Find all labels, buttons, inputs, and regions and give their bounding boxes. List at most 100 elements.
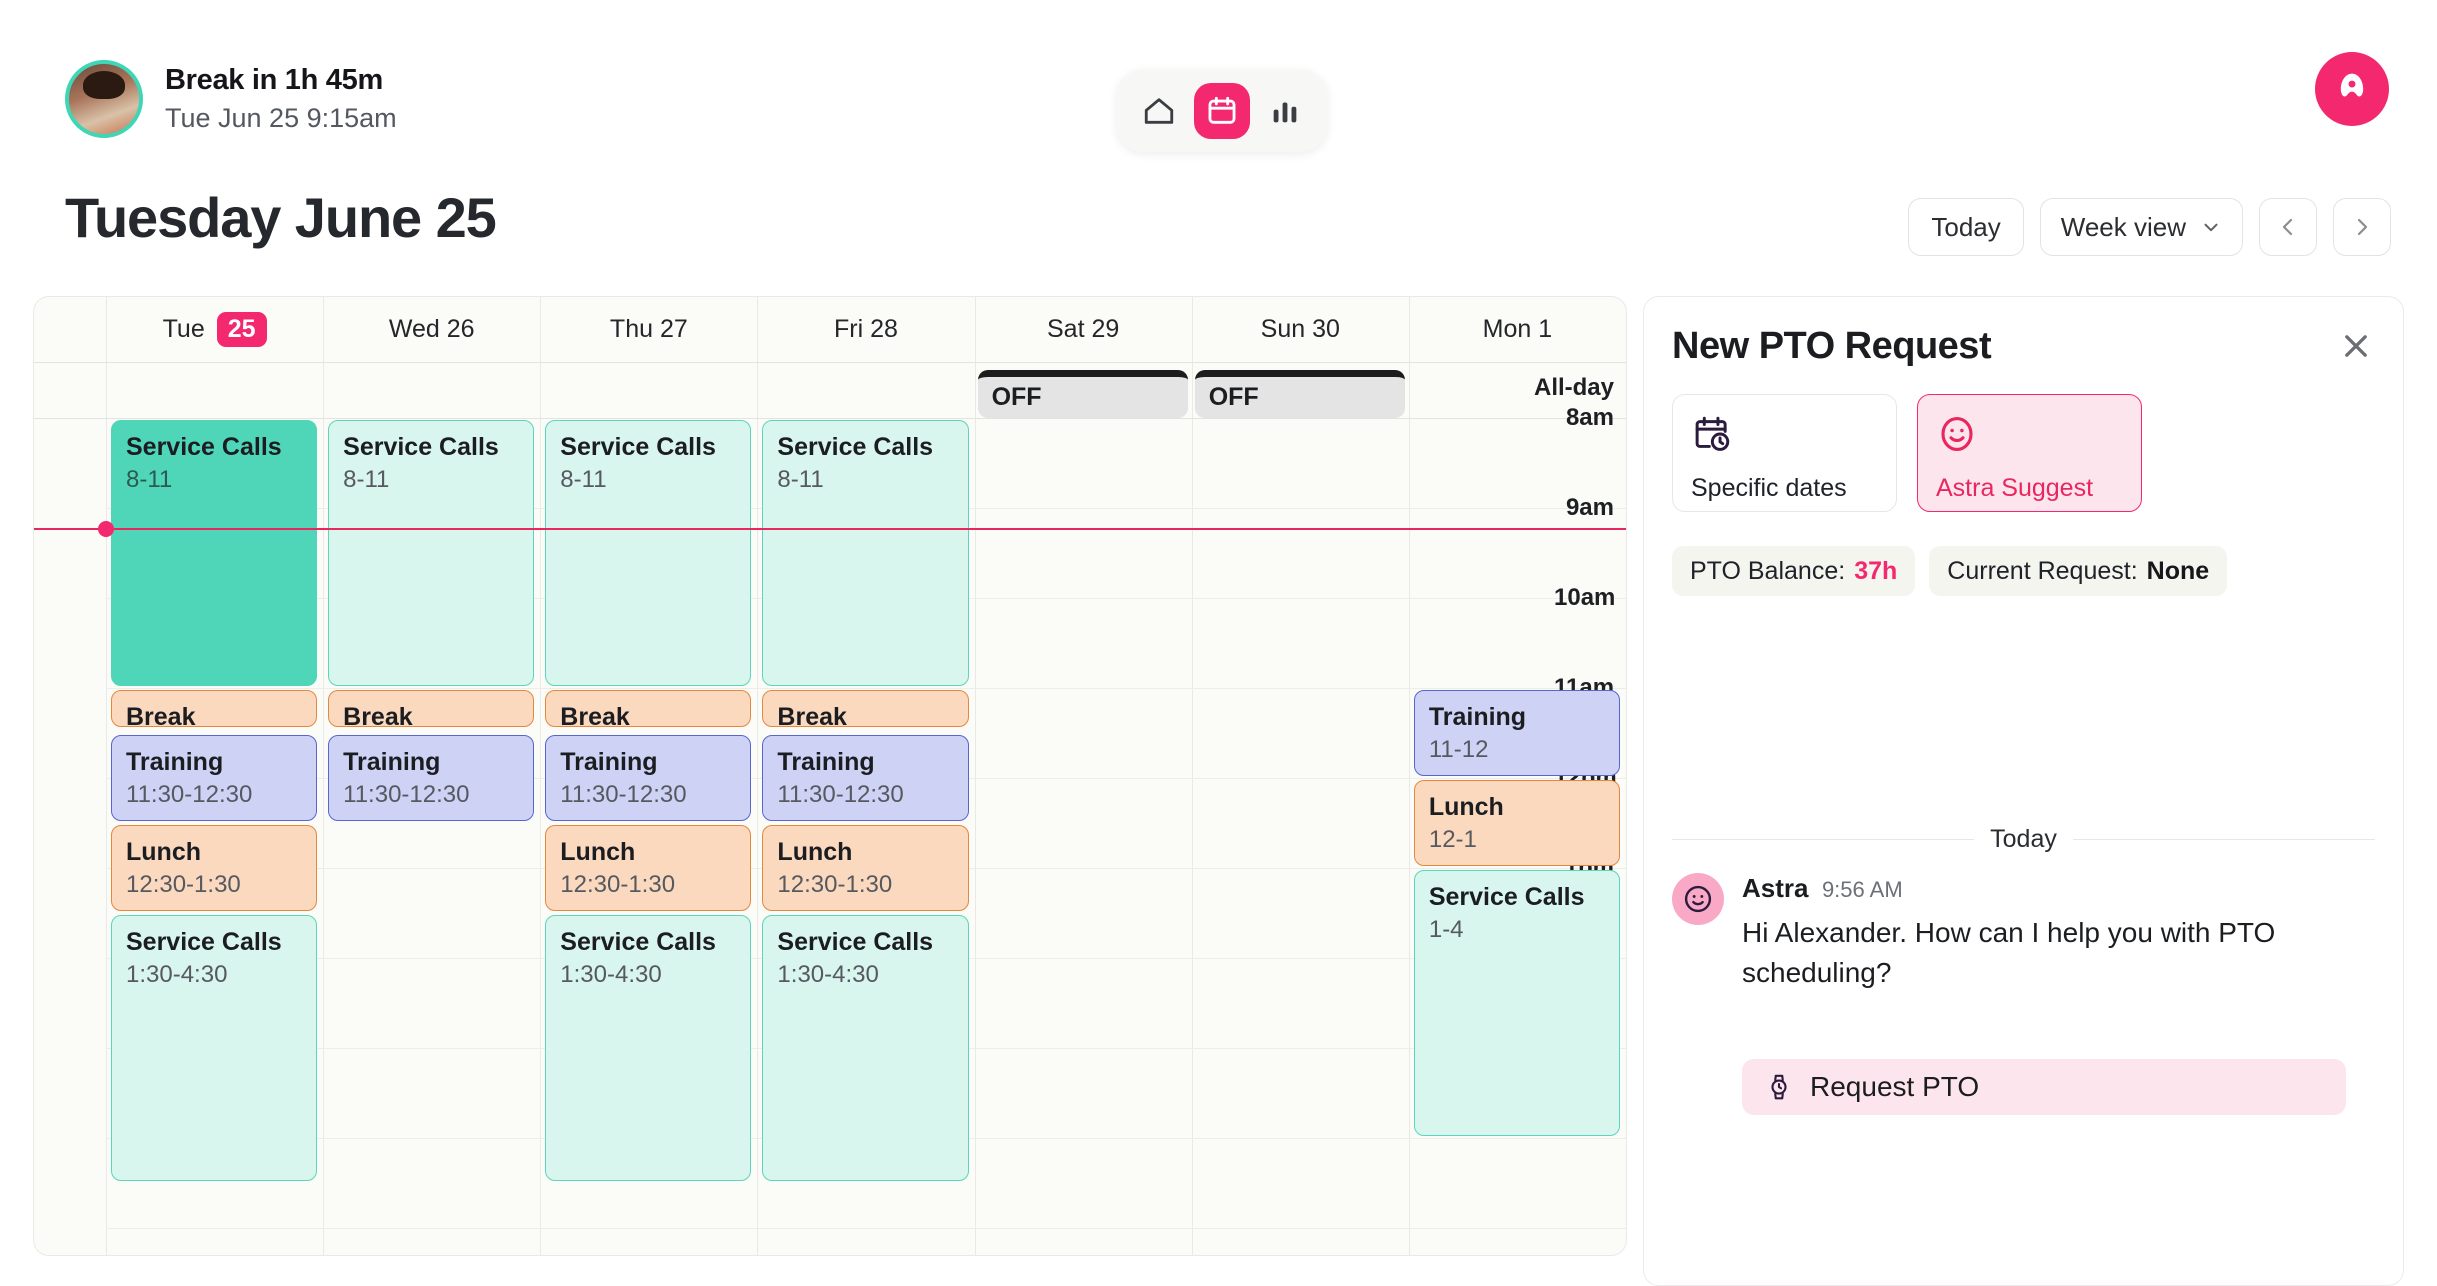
event-time: 11-12 [1428,735,1489,763]
all-day-row-label: All-day [1533,374,1614,401]
event-title: Training [777,748,875,776]
view-mode-select[interactable]: Week view [2039,198,2243,256]
event-title: Service Calls [1428,883,1585,911]
hour-gridline [106,688,1626,689]
current-time-dot [98,520,114,537]
column-divider [757,297,759,1255]
calendar-event[interactable]: Training 11:30-12:30 [328,735,535,821]
event-time: 8-11 [343,465,390,493]
current-request-chip: Current Request: None [1929,546,2228,596]
calendar-event[interactable]: Break [545,690,752,727]
chat-sender-name: Astra [1742,873,1809,903]
prev-week-button[interactable] [2259,198,2317,256]
calendar-event[interactable]: Training 11:30-12:30 [545,735,752,821]
day-header-label: Fri 28 [834,315,898,343]
calendar-event[interactable]: Lunch 12:30-1:30 [111,825,318,911]
time-axis-label: 10am [1554,584,1616,611]
event-time: 11:30-12:30 [343,780,470,808]
event-time: 12:30-1:30 [560,870,676,898]
event-title: Service Calls [126,928,282,956]
current-request-value: None [2146,556,2210,585]
calendar-event[interactable]: Service Calls 1:30-4:30 [111,915,318,1181]
calendar-view-controls: Today Week view [1908,198,2391,256]
event-title: Service Calls [777,928,934,956]
mode-specific-dates-label: Specific dates [1691,474,1847,502]
close-panel-button[interactable] [2335,325,2377,367]
nav-home-button[interactable] [1131,83,1187,139]
calendar-event[interactable]: Training 11:30-12:30 [111,735,318,821]
page-title: Tuesday June 25 [65,186,497,249]
event-title: Service Calls [343,433,499,461]
calendar-event[interactable]: Service Calls 8-11 [111,420,318,686]
account-avatar-button[interactable] [2315,52,2389,126]
calendar-event[interactable]: Service Calls 1-4 [1413,870,1620,1136]
week-calendar[interactable]: Tue 25 Wed 26 Thu 27 Fri 28 Sat 29 Sun 30 Mon 1… [33,296,1627,1256]
day-column-header[interactable]: Tue 25 [106,297,323,362]
hour-gridline [106,1228,1626,1229]
calendar-event[interactable]: Service Calls 8-11 [762,420,969,686]
user-avatar[interactable] [65,60,143,138]
calendar-event[interactable]: Lunch 12-1 [1413,780,1620,866]
chevron-left-icon [2282,218,2293,236]
calendar-event[interactable]: Break [328,690,535,727]
request-pto-action-button[interactable]: Request PTO [1742,1059,2346,1115]
calendar-event[interactable]: Service Calls 1:30-4:30 [762,915,969,1181]
day-column-header[interactable]: Wed 26 [323,297,540,362]
day-column-header[interactable]: Sat 29 [975,297,1192,362]
chat-day-label: Today [1990,825,2057,853]
event-time: 1-4 [1428,915,1464,943]
calendar-event[interactable]: Service Calls 8-11 [328,420,535,686]
calendar-event[interactable]: Lunch 12:30-1:30 [762,825,969,911]
chat-day-divider: Today [1672,825,2375,854]
nav-calendar-button[interactable] [1193,83,1250,139]
today-button[interactable]: Today [1908,198,2024,256]
day-column-header[interactable]: Mon 1 [1409,297,1626,362]
calendar-clock-icon [1695,416,1730,451]
avatar [1672,873,1724,925]
day-column-header[interactable]: Fri 28 [757,297,974,362]
current-time-line [34,527,1626,530]
next-week-button[interactable] [2333,198,2391,256]
nav-reports-button[interactable] [1257,83,1313,139]
user-status-block: Break in 1h 45m Tue Jun 25 9:15am [65,60,397,138]
time-axis-label: 8am [1565,404,1614,431]
time-axis-label: 9am [1565,494,1614,521]
chevron-down-icon [2204,223,2218,232]
all-day-event[interactable]: OFF [977,370,1188,418]
calendar-event[interactable]: Break [111,690,318,727]
column-divider [106,297,107,1255]
astra-logo-icon [2340,73,2364,97]
today-date-badge: 25 [216,312,267,347]
top-bar: Break in 1h 45m Tue Jun 25 9:15am [0,0,2437,175]
row-divider [34,362,1626,363]
smiley-icon [1941,417,1973,451]
chat-message: Astra 9:56 AM Hi Alexander. How can I he… [1672,873,2372,993]
chat-message-text: Hi Alexander. How can I help you with PT… [1742,917,2276,988]
day-header-label: Thu 27 [609,315,688,343]
calendar-event[interactable]: Service Calls 1:30-4:30 [545,915,752,1181]
break-countdown-label: Break in 1h 45m [165,64,383,97]
home-icon [1144,98,1173,124]
pto-balance-chip: PTO Balance: 37h [1672,546,1916,596]
calendar-event[interactable]: Service Calls 8-11 [545,420,752,686]
all-day-event[interactable]: OFF [1194,370,1405,418]
calendar-event[interactable]: Lunch 12:30-1:30 [545,825,752,911]
column-divider [1408,297,1410,1255]
view-mode-label: Week view [2060,211,2186,242]
event-title: Break [126,703,196,727]
divider-rule-right [2072,839,2375,840]
pto-balance-label: PTO Balance: [1690,556,1846,585]
column-divider [1626,297,1627,1255]
calendar-event[interactable]: Training 11:30-12:30 [762,735,969,821]
mode-specific-dates[interactable]: Specific dates [1672,394,1897,512]
request-pto-action-label: Request PTO [1810,1071,1980,1102]
day-column-header[interactable]: Sun 30 [1192,297,1409,362]
column-divider [540,297,542,1255]
event-time: 12:30-1:30 [777,870,893,898]
calendar-event[interactable]: Break [762,690,969,727]
day-header-label: Sat 29 [1046,315,1120,343]
day-column-header[interactable]: Thu 27 [540,297,757,362]
calendar-event[interactable]: Training 11-12 [1413,690,1620,776]
mode-astra-suggest[interactable]: Astra Suggest [1917,394,2142,512]
column-divider [323,297,325,1255]
